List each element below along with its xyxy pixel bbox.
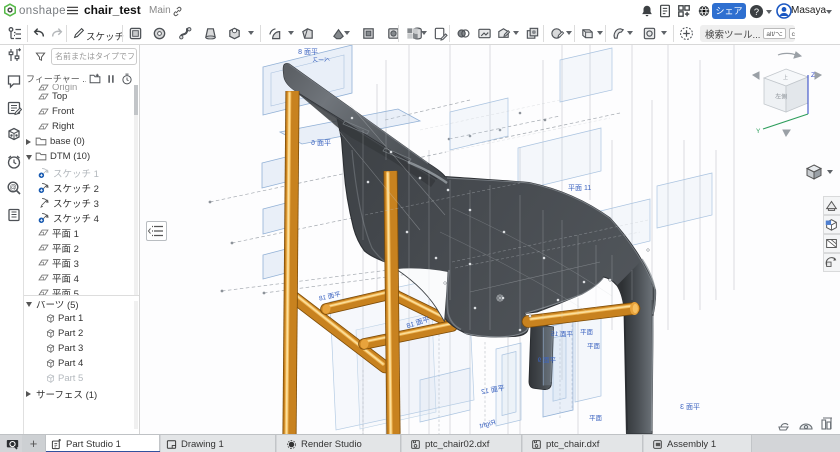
svg-text:面平: 面平 (587, 342, 601, 350)
svg-text:ベース: ベース (312, 57, 330, 64)
svg-text:Z: Z (811, 72, 815, 79)
svg-text:平面 9: 平面 9 (537, 356, 556, 364)
svg-text:?: ? (754, 7, 759, 17)
svg-text:平面 15: 平面 15 (551, 330, 573, 338)
svg-text:平面 6: 平面 6 (311, 139, 331, 147)
svg-text:上: 上 (783, 74, 788, 81)
svg-text:平面 8: 平面 8 (298, 48, 318, 56)
svg-text:平面 11: 平面 11 (568, 184, 591, 192)
svg-text:平面 3: 平面 3 (680, 403, 700, 411)
svg-text:面平: 面平 (589, 414, 603, 422)
svg-text:面平: 面平 (580, 328, 594, 336)
svg-text:Y: Y (756, 128, 761, 135)
svg-text:@: @ (9, 185, 16, 192)
